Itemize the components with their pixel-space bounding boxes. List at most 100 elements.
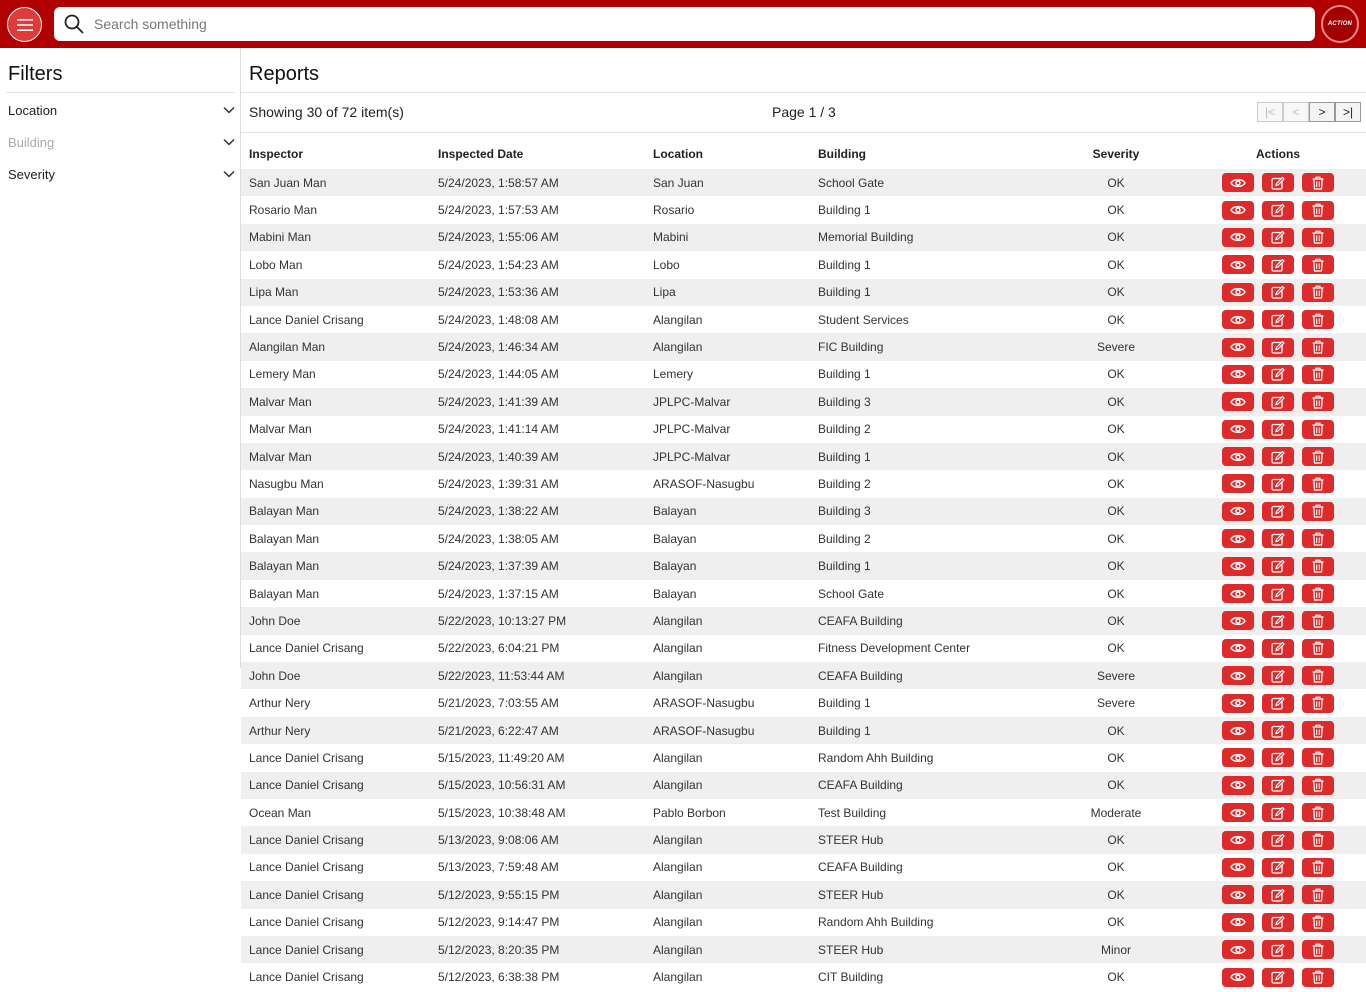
delete-button[interactable] xyxy=(1302,803,1334,823)
column-header-location[interactable]: Location xyxy=(645,138,810,169)
delete-button[interactable] xyxy=(1302,173,1334,193)
edit-button[interactable] xyxy=(1262,556,1294,576)
view-button[interactable] xyxy=(1222,310,1254,330)
delete-button[interactable] xyxy=(1302,556,1334,576)
view-button[interactable] xyxy=(1222,173,1254,193)
edit-button[interactable] xyxy=(1262,173,1294,193)
view-button[interactable] xyxy=(1222,447,1254,467)
table-row[interactable]: Balayan Man 5/24/2023, 1:37:39 AM Balayan B… xyxy=(241,552,1366,580)
view-button[interactable] xyxy=(1222,474,1254,494)
view-button[interactable] xyxy=(1222,912,1254,932)
column-header-severity[interactable]: Severity xyxy=(1042,138,1190,169)
edit-button[interactable] xyxy=(1262,255,1294,275)
delete-button[interactable] xyxy=(1302,857,1334,877)
edit-button[interactable] xyxy=(1262,447,1294,467)
delete-button[interactable] xyxy=(1302,392,1334,412)
delete-button[interactable] xyxy=(1302,748,1334,768)
view-button[interactable] xyxy=(1222,666,1254,686)
view-button[interactable] xyxy=(1222,721,1254,740)
table-row[interactable]: Rosario Man 5/24/2023, 1:57:53 AM Rosario B… xyxy=(241,196,1366,223)
view-button[interactable] xyxy=(1222,584,1254,604)
delete-button[interactable] xyxy=(1302,282,1334,302)
table-row[interactable]: Lance Daniel Crisang 5/22/2023, 6:04:21 P… xyxy=(241,635,1366,662)
table-row[interactable]: Arthur Nery 5/21/2023, 6:22:47 AM ARASOF-N… xyxy=(241,716,1366,745)
edit-button[interactable] xyxy=(1262,501,1294,521)
delete-button[interactable] xyxy=(1302,967,1334,987)
table-row[interactable]: Malvar Man 5/24/2023, 1:40:39 AM JPLPC-Mal… xyxy=(241,442,1366,471)
edit-button[interactable] xyxy=(1262,419,1294,439)
edit-button[interactable] xyxy=(1262,748,1294,768)
view-button[interactable] xyxy=(1222,830,1254,850)
column-header-inspector[interactable]: Inspector xyxy=(241,138,430,169)
table-row[interactable]: Lance Daniel Crisang 5/13/2023, 7:59:48 A… xyxy=(241,854,1366,881)
view-button[interactable] xyxy=(1222,748,1254,768)
view-button[interactable] xyxy=(1222,611,1254,631)
edit-button[interactable] xyxy=(1262,857,1294,877)
table-row[interactable]: John Doe 5/22/2023, 10:13:27 PM Alangilan C… xyxy=(241,607,1366,635)
table-row[interactable]: Lance Daniel Crisang 5/24/2023, 1:48:08 A… xyxy=(241,306,1366,333)
edit-button[interactable] xyxy=(1262,912,1294,932)
menu-button[interactable] xyxy=(7,7,42,42)
table-row[interactable]: Lance Daniel Crisang 5/15/2023, 11:49:20 … xyxy=(241,744,1366,771)
delete-button[interactable] xyxy=(1302,501,1334,521)
delete-button[interactable] xyxy=(1302,419,1334,439)
view-button[interactable] xyxy=(1222,556,1254,576)
table-row[interactable]: Lipa Man 5/24/2023, 1:53:36 AM Lipa Buildin… xyxy=(241,278,1366,306)
search-bar[interactable] xyxy=(54,7,1315,41)
delete-button[interactable] xyxy=(1302,611,1334,631)
delete-button[interactable] xyxy=(1302,474,1334,494)
last-page-button[interactable]: >| xyxy=(1335,102,1361,122)
edit-button[interactable] xyxy=(1262,611,1294,631)
delete-button[interactable] xyxy=(1302,912,1334,932)
delete-button[interactable] xyxy=(1302,200,1334,220)
delete-button[interactable] xyxy=(1302,255,1334,275)
table-row[interactable]: Lance Daniel Crisang 5/12/2023, 8:20:35 P… xyxy=(241,935,1366,964)
edit-button[interactable] xyxy=(1262,638,1294,658)
edit-button[interactable] xyxy=(1262,474,1294,494)
view-button[interactable] xyxy=(1222,227,1254,247)
delete-button[interactable] xyxy=(1302,885,1334,905)
view-button[interactable] xyxy=(1222,392,1254,412)
table-row[interactable]: Lance Daniel Crisang 5/13/2023, 9:08:06 A… xyxy=(241,826,1366,854)
edit-button[interactable] xyxy=(1262,885,1294,905)
delete-button[interactable] xyxy=(1302,775,1334,795)
view-button[interactable] xyxy=(1222,419,1254,439)
table-row[interactable]: Mabini Man 5/24/2023, 1:55:06 AM Mabini Mem… xyxy=(241,223,1366,252)
edit-button[interactable] xyxy=(1262,310,1294,330)
delete-button[interactable] xyxy=(1302,830,1334,850)
table-row[interactable]: Lance Daniel Crisang 5/12/2023, 9:55:15 P… xyxy=(241,881,1366,909)
edit-button[interactable] xyxy=(1262,227,1294,247)
filter-building[interactable]: Building xyxy=(8,130,235,154)
table-row[interactable]: Nasugbu Man 5/24/2023, 1:39:31 AM ARASOF-N… xyxy=(241,470,1366,497)
view-button[interactable] xyxy=(1222,282,1254,302)
table-row[interactable]: Lobo Man 5/24/2023, 1:54:23 AM Lobo Buildin… xyxy=(241,251,1366,278)
filter-location[interactable]: Location xyxy=(8,98,235,122)
view-button[interactable] xyxy=(1222,501,1254,521)
table-row[interactable]: Lance Daniel Crisang 5/15/2023, 10:56:31 … xyxy=(241,771,1366,799)
search-input[interactable] xyxy=(94,16,1274,32)
table-row[interactable]: Balayan Man 5/24/2023, 1:38:22 AM Balayan B… xyxy=(241,497,1366,526)
edit-button[interactable] xyxy=(1262,337,1294,357)
delete-button[interactable] xyxy=(1302,584,1334,604)
table-row[interactable]: Arthur Nery 5/21/2023, 7:03:55 AM ARASOF-N… xyxy=(241,689,1366,716)
prev-page-button[interactable]: < xyxy=(1283,102,1309,122)
edit-button[interactable] xyxy=(1262,584,1294,604)
edit-button[interactable] xyxy=(1262,830,1294,850)
delete-button[interactable] xyxy=(1302,693,1334,713)
view-button[interactable] xyxy=(1222,803,1254,823)
first-page-button[interactable]: |< xyxy=(1257,102,1283,122)
delete-button[interactable] xyxy=(1302,447,1334,467)
edit-button[interactable] xyxy=(1262,940,1294,960)
view-button[interactable] xyxy=(1222,255,1254,275)
view-button[interactable] xyxy=(1222,200,1254,220)
delete-button[interactable] xyxy=(1302,638,1334,658)
table-row[interactable]: Lemery Man 5/24/2023, 1:44:05 AM Lemery Bui… xyxy=(241,361,1366,388)
view-button[interactable] xyxy=(1222,529,1254,549)
edit-button[interactable] xyxy=(1262,721,1294,740)
table-row[interactable]: Lance Daniel Crisang 5/12/2023, 6:38:38 P… xyxy=(241,963,1366,990)
view-button[interactable] xyxy=(1222,638,1254,658)
edit-button[interactable] xyxy=(1262,200,1294,220)
table-row[interactable]: Ocean Man 5/15/2023, 10:38:48 AM Pablo Bor… xyxy=(241,799,1366,826)
table-row[interactable]: Lance Daniel Crisang 5/12/2023, 9:14:47 P… xyxy=(241,909,1366,936)
view-button[interactable] xyxy=(1222,967,1254,987)
